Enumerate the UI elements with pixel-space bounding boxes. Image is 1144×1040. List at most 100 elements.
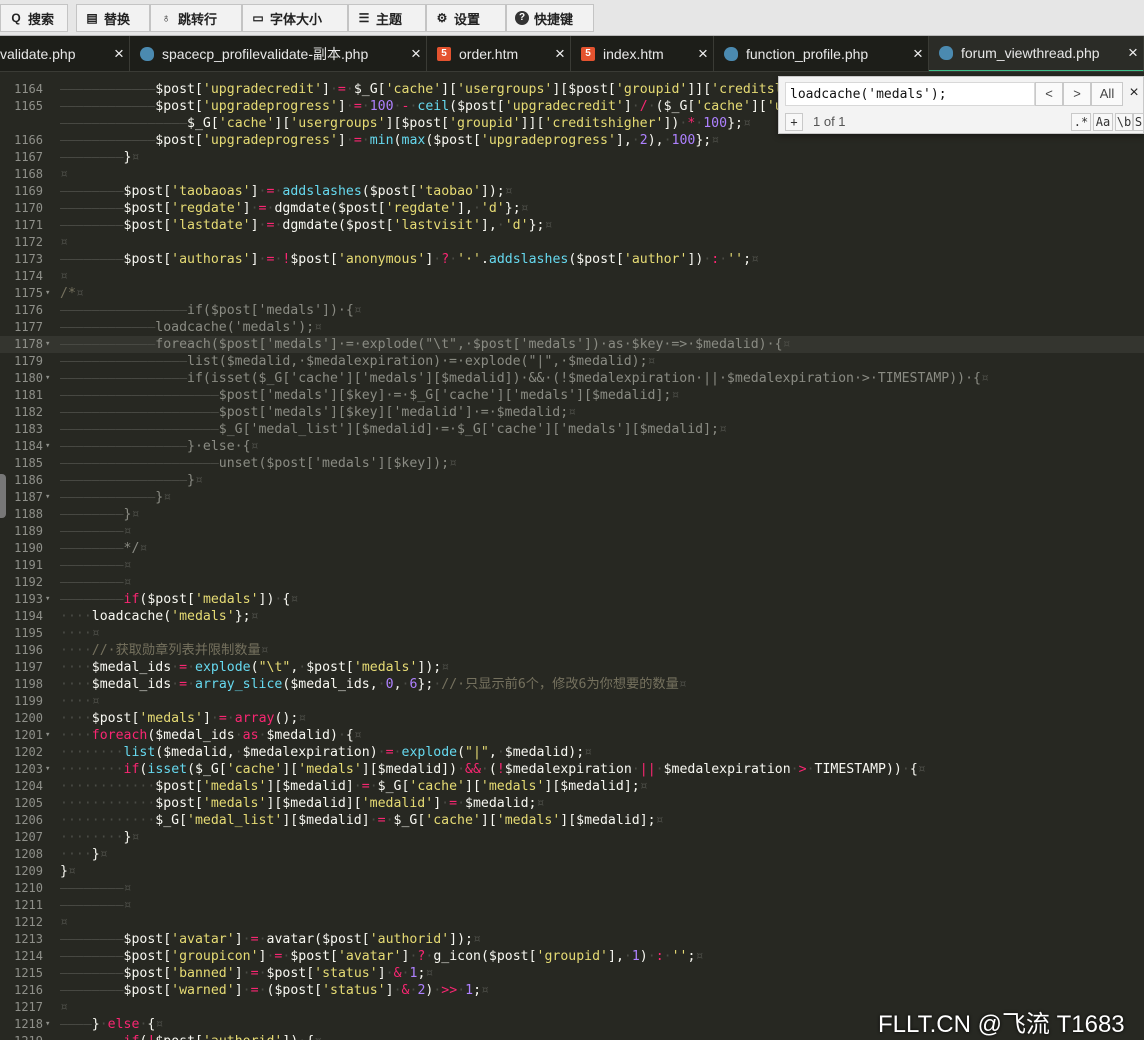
code-line[interactable]: 1214 ————————$post['groupicon']·=·$post['… [0,948,1144,965]
code-line[interactable]: 1187 ▾ ————————————}¤ [0,489,1144,506]
code-line[interactable]: 1189 ————————¤ [0,523,1144,540]
code-line[interactable]: 1196 ····//·获取勋章列表并限制数量¤ [0,642,1144,659]
code-line[interactable]: 1181 ————————————————————$post['medals'][… [0,387,1144,404]
code-line[interactable]: 1186 ————————————————}¤ [0,472,1144,489]
theme-button[interactable]: ☰ 主题 [348,4,426,32]
code-line[interactable]: 1174 ¤ [0,268,1144,285]
fold-toggle-icon[interactable]: ▾ [45,1016,50,1033]
code-line[interactable]: 1200 ····$post['medals']·=·array();¤ [0,710,1144,727]
watermark: FLLT.CN @飞流 T1683 [878,1011,1125,1038]
code-line[interactable]: 1180 ▾ ————————————————if(isset($_G['cache… [0,370,1144,387]
search-button[interactable]: Q 搜索 [0,4,68,32]
close-icon[interactable]: × [406,44,426,64]
code-line[interactable]: 1195 ····¤ [0,625,1144,642]
code-line[interactable]: 1167 ————————}¤ [0,149,1144,166]
code-line[interactable]: 1176 ————————————————if($post['medals'])·… [0,302,1144,319]
code-line[interactable]: 1210 ————————¤ [0,880,1144,897]
code-line[interactable]: 1199 ····¤ [0,693,1144,710]
code-line[interactable]: 1207 ········}¤ [0,829,1144,846]
code-line[interactable]: 1191 ————————¤ [0,557,1144,574]
code-line[interactable]: 1213 ————————$post['avatar']·=·avatar($po… [0,931,1144,948]
code-line[interactable]: 1194 ····loadcache('medals'};¤ [0,608,1144,625]
fold-toggle-icon[interactable]: ▾ [45,336,50,353]
fold-toggle-icon[interactable]: ▾ [45,370,50,387]
case-sensitive-toggle[interactable]: Aa [1093,113,1113,131]
regex-toggle[interactable]: .* [1071,113,1091,131]
code-line[interactable]: 1166 ————————————$post['upgradeprogress']… [0,132,1144,149]
font-size-button[interactable]: ▭ 字体大小 [242,4,348,32]
code-line[interactable]: 1177 ————————————loadcache('medals');¤ [0,319,1144,336]
file-tab[interactable]: validate.php × [0,36,130,71]
code-token: 'status' [314,966,378,981]
code-line[interactable]: 1170 ————————$post['regdate']·=·dgmdate($… [0,200,1144,217]
fold-toggle-icon[interactable]: ▾ [45,438,50,455]
code-line[interactable]: 1205 ············$post['medals'][$medalid… [0,795,1144,812]
line-number: 1182 [14,405,43,419]
code-line[interactable]: 1211 ————————¤ [0,897,1144,914]
code-text: ····$medal_ids·=·explode("\t",·$post['me… [60,659,449,676]
code-line[interactable]: 1192 ————————¤ [0,574,1144,591]
fold-toggle-icon[interactable]: ▾ [45,761,50,778]
code-line[interactable]: 1197 ····$medal_ids·=·explode("\t",·$post… [0,659,1144,676]
code-line[interactable]: 1206 ············$_G['medal_list'][$medal… [0,812,1144,829]
code-line[interactable]: 1169 ————————$post['taobaoas']·=·addslash… [0,183,1144,200]
file-tab[interactable]: spacecp_profilevalidate-副本.php × [130,36,427,71]
close-icon[interactable]: × [908,44,928,64]
code-line[interactable]: 1171 ————————$post['lastdate']·=·dgmdate(… [0,217,1144,234]
close-icon[interactable]: × [109,44,129,64]
side-panel-handle[interactable] [0,474,6,518]
fold-toggle-icon[interactable]: ▾ [45,489,50,506]
code-line[interactable]: 1216 ————————$post['warned']·=·($post['st… [0,982,1144,999]
code-line[interactable]: 1178 ▾ ————————————foreach($post['medals']… [0,336,1144,353]
code-editor[interactable]: 1164 ————————————$post['upgradecredit']·=… [0,72,1144,1040]
close-icon[interactable]: × [1123,43,1143,63]
find-all-button[interactable]: All [1091,82,1123,106]
code-line[interactable]: 1203 ▾ ········if (isset($_G['cache']['meda… [0,761,1144,778]
code-line[interactable]: 1201 ▾ ····foreach($medal_ids·as·$medalid)… [0,727,1144,744]
code-line[interactable]: 1175 ▾ /*¤ [0,285,1144,302]
fold-toggle-icon[interactable]: ▾ [45,591,50,608]
code-token: $medalexpiration [504,762,632,777]
in-selection-toggle[interactable]: S [1133,113,1143,131]
code-line[interactable]: 1168 ¤ [0,166,1144,183]
code-line[interactable]: 1182 ————————————————————$post['medals'][… [0,404,1144,421]
code-line[interactable]: 1183 ————————————————————$_G['medal_list'… [0,421,1144,438]
code-line[interactable]: 1208 ····}¤ [0,846,1144,863]
code-line[interactable]: 1173 ————————$post['authoras']·=·!$post['… [0,251,1144,268]
code-line[interactable]: 1209}¤ [0,863,1144,880]
find-close-button[interactable]: × [1125,82,1143,106]
code-line[interactable]: 1212 ¤ [0,914,1144,931]
code-line[interactable]: 1215 ————————$post['banned']·=·$post['sta… [0,965,1144,982]
code-line[interactable]: 1184 ▾ ————————————————}·else·{¤ [0,438,1144,455]
replace-button[interactable]: ▤ 替换 [76,4,150,32]
code-line[interactable]: 1179 ————————————————list($medalid,·$meda… [0,353,1144,370]
file-tab[interactable]: function_profile.php × [714,36,929,71]
find-input[interactable] [785,82,1035,106]
code-line[interactable]: 1198 ····$medal_ids·=·array_slice($medal_… [0,676,1144,693]
code-line[interactable]: 1202 ········list($medalid,·$medalexpirat… [0,744,1144,761]
file-tab[interactable]: forum_viewthread.php × [929,36,1144,71]
close-icon[interactable]: × [550,44,570,64]
file-tab[interactable]: 5 index.htm × [571,36,714,71]
whole-word-toggle[interactable]: \b [1115,113,1133,131]
close-icon[interactable]: × [693,44,713,64]
code-line[interactable]: 1185 ————————————————————unset($post['med… [0,455,1144,472]
code-line[interactable]: 1188 ————————}¤ [0,506,1144,523]
file-tab[interactable]: 5 order.htm × [427,36,571,71]
code-line[interactable]: 1172 ¤ [0,234,1144,251]
code-token: ¤ [981,371,989,386]
settings-button[interactable]: ⚙ 设置 [426,4,506,32]
code-token: ¤ [504,184,513,199]
shortcuts-button[interactable]: ? 快捷键 [506,4,594,32]
code-line[interactable]: 1204 ············$post['medals'][$medalid… [0,778,1144,795]
code-line[interactable]: 1190 ————————*/¤ [0,540,1144,557]
find-prev-button[interactable]: < [1035,82,1063,106]
fold-toggle-icon[interactable]: ▾ [45,727,50,744]
code-line[interactable]: 1193 ▾ ————————if($post['medals'])·{¤ [0,591,1144,608]
goto-line-button[interactable]: ♁ 跳转行 [150,4,242,32]
code-token: ] [322,82,330,97]
code-token: · [449,252,458,267]
find-next-button[interactable]: > [1063,82,1091,106]
fold-toggle-icon[interactable]: ▾ [45,285,50,302]
expand-replace-button[interactable]: + [785,113,803,131]
